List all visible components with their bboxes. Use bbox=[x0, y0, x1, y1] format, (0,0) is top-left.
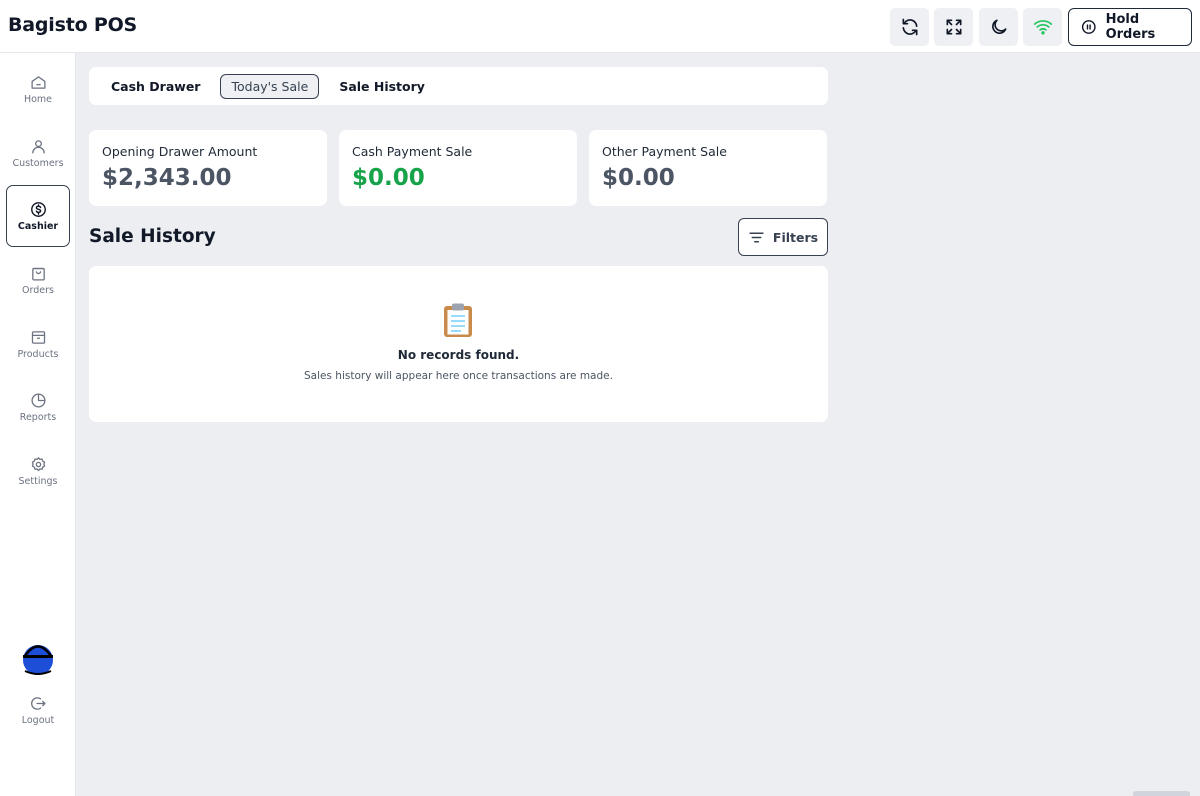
logout-label: Logout bbox=[21, 714, 55, 726]
pause-circle-icon bbox=[1081, 20, 1096, 34]
sidebar-item-products[interactable]: Products bbox=[6, 313, 70, 375]
hold-orders-label: Hold Orders bbox=[1105, 12, 1156, 42]
card-value: $0.00 bbox=[352, 165, 425, 191]
dark-mode-button[interactable] bbox=[979, 8, 1018, 46]
top-header: Bagisto POS Hold Orders bbox=[0, 0, 1200, 53]
cashier-tabs: Cash Drawer Today's Sale Sale History bbox=[89, 67, 828, 105]
sidebar-item-cashier[interactable]: Cashier bbox=[6, 185, 70, 247]
wifi-icon bbox=[1033, 20, 1052, 35]
card-title: Opening Drawer Amount bbox=[102, 144, 258, 159]
sidebar-item-label: Orders bbox=[22, 284, 54, 296]
refresh-icon bbox=[902, 18, 917, 36]
empty-state-title: No records found. bbox=[397, 348, 520, 362]
sidebar: Home Customers Cashier Orders Products R… bbox=[0, 53, 76, 796]
fullscreen-icon bbox=[946, 19, 961, 35]
app-title: Bagisto POS bbox=[8, 14, 138, 36]
sidebar-item-customers[interactable]: Customers bbox=[6, 122, 70, 184]
sidebar-item-home[interactable]: Home bbox=[6, 58, 70, 120]
avatar[interactable] bbox=[22, 643, 54, 675]
bag-icon bbox=[31, 267, 45, 281]
other-payment-card: Other Payment Sale $0.00 bbox=[589, 130, 827, 206]
sale-history-empty-state: No records found. Sales history will app… bbox=[89, 266, 828, 422]
box-icon bbox=[31, 330, 45, 344]
hold-orders-button[interactable]: Hold Orders bbox=[1068, 8, 1192, 46]
sidebar-item-label: Settings bbox=[18, 475, 58, 487]
sidebar-item-label: Reports bbox=[19, 411, 57, 423]
sidebar-item-label: Customers bbox=[12, 157, 64, 169]
card-title: Other Payment Sale bbox=[602, 144, 727, 159]
fullscreen-button[interactable] bbox=[934, 8, 973, 46]
opening-drawer-card: Opening Drawer Amount $2,343.00 bbox=[89, 130, 327, 206]
dollar-circle-icon bbox=[30, 201, 46, 217]
filter-icon bbox=[749, 232, 764, 242]
refresh-button[interactable] bbox=[890, 8, 929, 46]
clipboard-icon bbox=[444, 303, 472, 337]
tab-todays-sale[interactable]: Today's Sale bbox=[220, 73, 320, 99]
sidebar-item-label: Home bbox=[23, 93, 53, 105]
tab-sale-history[interactable]: Sale History bbox=[328, 74, 436, 99]
network-status-button[interactable] bbox=[1023, 8, 1062, 46]
home-icon bbox=[30, 75, 46, 89]
filters-label: Filters bbox=[772, 229, 819, 245]
gear-icon bbox=[31, 456, 45, 471]
sidebar-item-settings[interactable]: Settings bbox=[6, 440, 70, 502]
pie-chart-icon bbox=[30, 392, 46, 408]
avatar-image bbox=[23, 645, 53, 675]
sidebar-item-logout[interactable]: Logout bbox=[6, 679, 70, 741]
tab-cash-drawer[interactable]: Cash Drawer bbox=[100, 74, 211, 99]
filters-button[interactable]: Filters bbox=[738, 218, 828, 256]
sidebar-item-orders[interactable]: Orders bbox=[6, 249, 70, 311]
card-value: $2,343.00 bbox=[102, 165, 232, 191]
sidebar-item-label: Products bbox=[17, 348, 59, 360]
user-icon bbox=[31, 139, 45, 154]
moon-icon bbox=[991, 19, 1006, 34]
sidebar-item-reports[interactable]: Reports bbox=[6, 376, 70, 438]
card-title: Cash Payment Sale bbox=[352, 144, 473, 159]
section-title: Sale History bbox=[89, 226, 216, 247]
sidebar-item-label: Cashier bbox=[17, 220, 59, 232]
logout-icon bbox=[30, 696, 46, 710]
scrollbar[interactable] bbox=[1133, 791, 1190, 796]
cash-payment-card: Cash Payment Sale $0.00 bbox=[339, 130, 577, 206]
empty-state-subtitle: Sales history will appear here once tran… bbox=[304, 370, 613, 382]
card-value: $0.00 bbox=[602, 165, 675, 191]
